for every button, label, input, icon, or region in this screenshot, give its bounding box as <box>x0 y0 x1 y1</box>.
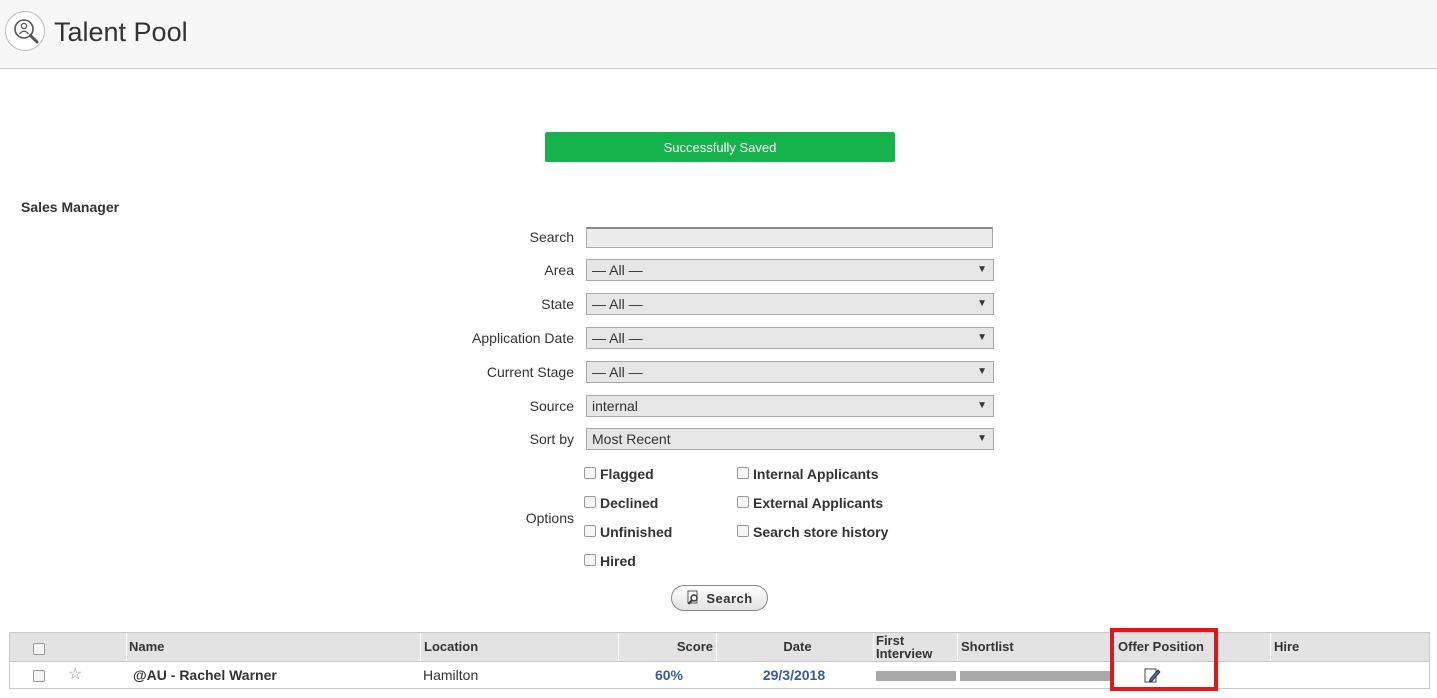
application-date-label: Application Date <box>472 330 574 346</box>
state-select-value: — All — <box>592 296 643 312</box>
option-search-store-history[interactable]: Search store history <box>737 524 888 542</box>
search-store-history-checkbox[interactable] <box>737 525 749 537</box>
chevron-down-icon: ▼ <box>977 264 987 275</box>
external-applicants-label: External Applicants <box>753 495 884 511</box>
hired-label: Hired <box>600 553 636 569</box>
candidate-name[interactable]: @AU - Rachel Warner <box>133 662 277 688</box>
chevron-down-icon: ▼ <box>977 400 987 411</box>
current-stage-value: — All — <box>592 364 643 380</box>
option-hired[interactable]: Hired <box>584 553 636 571</box>
column-header-name[interactable]: Name <box>126 633 164 661</box>
source-select[interactable]: internal ▼ <box>586 395 994 417</box>
current-stage-label: Current Stage <box>486 364 574 380</box>
flagged-checkbox[interactable] <box>584 467 596 479</box>
sort-by-select[interactable]: Most Recent ▼ <box>586 428 994 450</box>
application-date-value: — All — <box>592 330 643 346</box>
source-select-value: internal <box>592 398 638 414</box>
application-date-select[interactable]: — All — ▼ <box>586 327 994 349</box>
chevron-down-icon: ▼ <box>977 298 987 309</box>
unfinished-label: Unfinished <box>600 524 673 540</box>
app-header: Talent Pool <box>0 0 1437 69</box>
option-declined[interactable]: Declined <box>584 495 658 513</box>
hired-checkbox[interactable] <box>584 554 596 566</box>
area-label: Area <box>544 262 574 278</box>
sort-by-value: Most Recent <box>592 431 671 447</box>
search-input[interactable] <box>586 227 993 248</box>
select-all-checkbox[interactable] <box>33 643 45 655</box>
search-button-label: Search <box>706 590 753 606</box>
option-flagged[interactable]: Flagged <box>584 466 654 484</box>
star-icon[interactable]: ☆ <box>68 662 82 688</box>
area-select-value: — All — <box>592 262 643 278</box>
first-interview-line2: Interview <box>876 646 933 661</box>
state-label: State <box>541 296 574 312</box>
candidate-date[interactable]: 29/3/2018 <box>717 662 871 688</box>
row-select-checkbox[interactable] <box>33 670 45 682</box>
column-header-score[interactable]: Score <box>619 633 717 661</box>
column-header-shortlist[interactable]: Shortlist <box>958 633 1014 661</box>
page-title: Talent Pool <box>54 17 188 47</box>
column-header-hire[interactable]: Hire <box>1271 633 1299 661</box>
candidate-location: Hamilton <box>423 667 479 683</box>
option-unfinished[interactable]: Unfinished <box>584 524 672 542</box>
state-select[interactable]: — All — ▼ <box>586 293 994 315</box>
chevron-down-icon: ▼ <box>977 332 987 343</box>
column-header-date[interactable]: Date <box>717 633 875 661</box>
search-doc-icon <box>687 590 699 605</box>
offer-position-highlight <box>1110 628 1218 691</box>
search-store-history-label: Search store history <box>753 524 889 540</box>
search-label: Search <box>529 229 574 245</box>
declined-checkbox[interactable] <box>584 496 596 508</box>
section-title: Sales Manager <box>21 199 120 215</box>
chevron-down-icon: ▼ <box>977 433 987 444</box>
column-header-location[interactable]: Location <box>421 633 478 661</box>
success-toast: Successfully Saved <box>545 132 895 162</box>
sort-by-label: Sort by <box>529 431 574 447</box>
declined-label: Declined <box>600 495 659 511</box>
talent-search-icon[interactable] <box>5 11 45 51</box>
search-button[interactable]: Search <box>671 585 768 611</box>
candidate-score[interactable]: 60% <box>618 662 683 688</box>
first-interview-status-bar[interactable] <box>876 671 956 681</box>
option-external-applicants[interactable]: External Applicants <box>737 495 883 513</box>
flagged-label: Flagged <box>600 466 654 482</box>
options-label: Options <box>525 510 574 526</box>
internal-applicants-label: Internal Applicants <box>753 466 879 482</box>
option-internal-applicants[interactable]: Internal Applicants <box>737 466 879 484</box>
current-stage-select[interactable]: — All — ▼ <box>586 361 994 383</box>
chevron-down-icon: ▼ <box>977 366 987 377</box>
column-header-first-interview[interactable]: First Interview <box>873 633 932 661</box>
unfinished-checkbox[interactable] <box>584 525 596 537</box>
area-select[interactable]: — All — ▼ <box>586 259 994 281</box>
source-label: Source <box>529 398 574 414</box>
shortlist-status-bar[interactable] <box>960 671 1110 681</box>
internal-applicants-checkbox[interactable] <box>737 467 749 479</box>
external-applicants-checkbox[interactable] <box>737 496 749 508</box>
